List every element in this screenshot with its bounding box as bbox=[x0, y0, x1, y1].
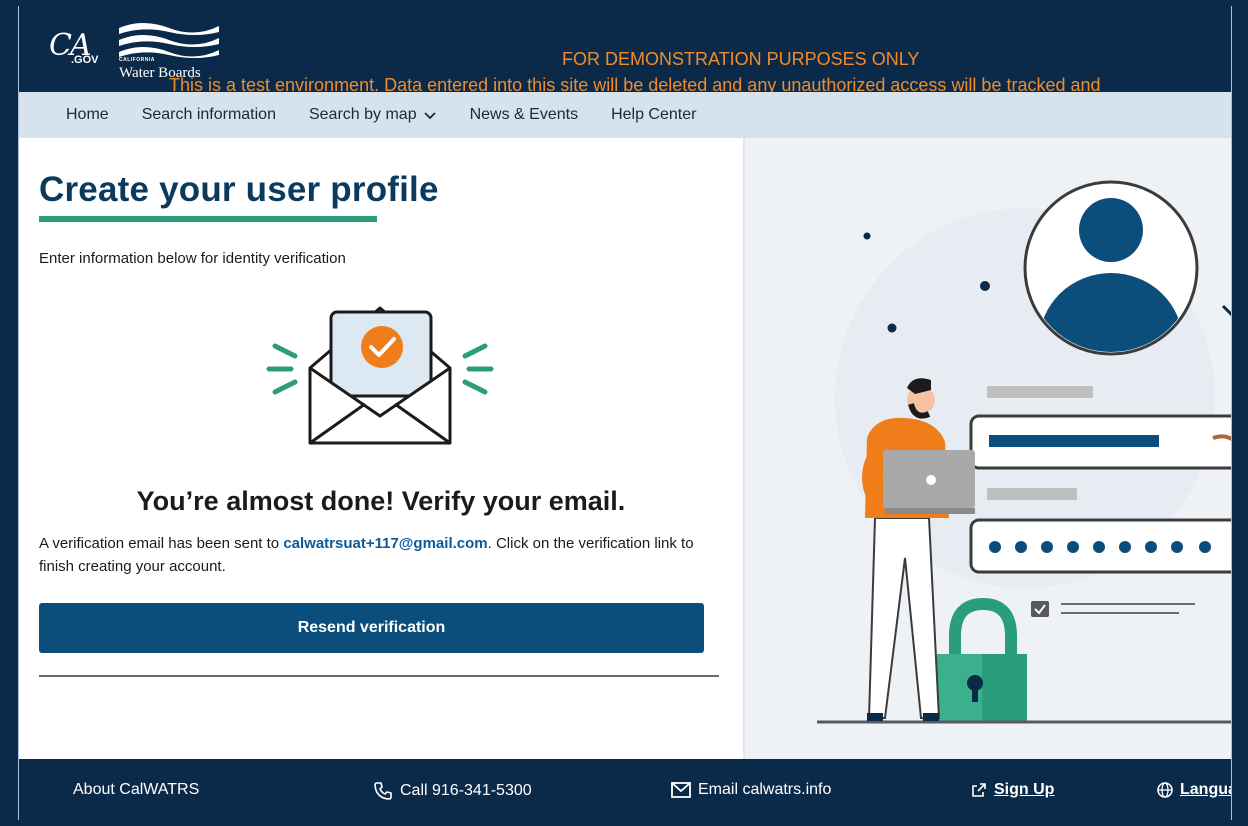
footer-about-link[interactable]: About CalWATRS bbox=[73, 781, 199, 799]
page-title: Create your user profile bbox=[39, 170, 439, 209]
footer-about-label: About CalWATRS bbox=[73, 781, 200, 798]
nav-help-center-label: Help Center bbox=[611, 106, 697, 123]
nav-news-events-label: News & Events bbox=[469, 106, 579, 123]
nav-search-information[interactable]: Search information bbox=[142, 106, 276, 124]
footer-call-label: Call 916-341-5300 bbox=[400, 782, 532, 799]
illustration-panel bbox=[743, 138, 1231, 759]
user-profile-illustration bbox=[817, 180, 1231, 724]
divider bbox=[39, 675, 719, 677]
nav-search-by-map-label: Search by map bbox=[308, 106, 417, 123]
footer-signup-link[interactable]: Sign Up bbox=[971, 781, 1054, 799]
footer-email-link[interactable]: Email calwatrs.info bbox=[671, 781, 831, 799]
nav-home-label: Home bbox=[66, 106, 109, 123]
gov-logo-text: .GOV bbox=[71, 54, 99, 66]
profile-panel: Create your user profile Enter informati… bbox=[19, 138, 743, 759]
site-header: CA .GOV CALIFORNIA Water Boards FOR DEMO… bbox=[19, 6, 1231, 92]
footer-signup-label: Sign Up bbox=[994, 781, 1055, 798]
main-nav: Home Search information Search by map Ne… bbox=[19, 92, 1231, 138]
footer-language-label: Langua bbox=[1180, 781, 1232, 798]
intro-text: Enter information below for identity ver… bbox=[39, 250, 346, 267]
globe-icon bbox=[1157, 782, 1173, 798]
nav-help-center[interactable]: Help Center bbox=[611, 106, 696, 124]
demo-banner-warning: This is a test environment. Data entered… bbox=[169, 75, 1101, 92]
verify-message-prefix: A verification email has been sent to bbox=[39, 535, 284, 552]
nav-news-events[interactable]: News & Events bbox=[470, 106, 578, 124]
phone-icon bbox=[374, 782, 392, 800]
demo-banner-title: FOR DEMONSTRATION PURPOSES ONLY bbox=[562, 49, 920, 69]
nav-search-by-map[interactable]: Search by map bbox=[309, 106, 437, 124]
envelope-check-icon bbox=[266, 306, 494, 445]
nav-home[interactable]: Home bbox=[66, 106, 109, 124]
footer-email-label: Email calwatrs.info bbox=[698, 781, 832, 798]
nav-search-information-label: Search information bbox=[141, 106, 276, 123]
footer-call-link[interactable]: Call 916-341-5300 bbox=[373, 781, 532, 801]
mail-icon bbox=[671, 782, 691, 798]
resend-verification-button[interactable]: Resend verification bbox=[39, 603, 704, 653]
browser-viewport: CA .GOV CALIFORNIA Water Boards FOR DEMO… bbox=[18, 6, 1232, 820]
verify-message: A verification email has been sent to ca… bbox=[39, 532, 729, 578]
logo-state-text: CALIFORNIA bbox=[119, 57, 155, 63]
chevron-down-icon bbox=[423, 112, 436, 120]
title-underline bbox=[39, 216, 377, 222]
external-link-icon bbox=[972, 783, 986, 797]
verify-heading: You’re almost done! Verify your email. bbox=[136, 486, 626, 516]
verify-email-address: calwatrsuat+117@gmail.com bbox=[283, 535, 488, 552]
water-waves-icon bbox=[119, 23, 219, 58]
site-footer: About CalWATRS Call 916-341-5300 Email c… bbox=[19, 759, 1232, 820]
footer-language-link[interactable]: Langua bbox=[1157, 781, 1232, 799]
